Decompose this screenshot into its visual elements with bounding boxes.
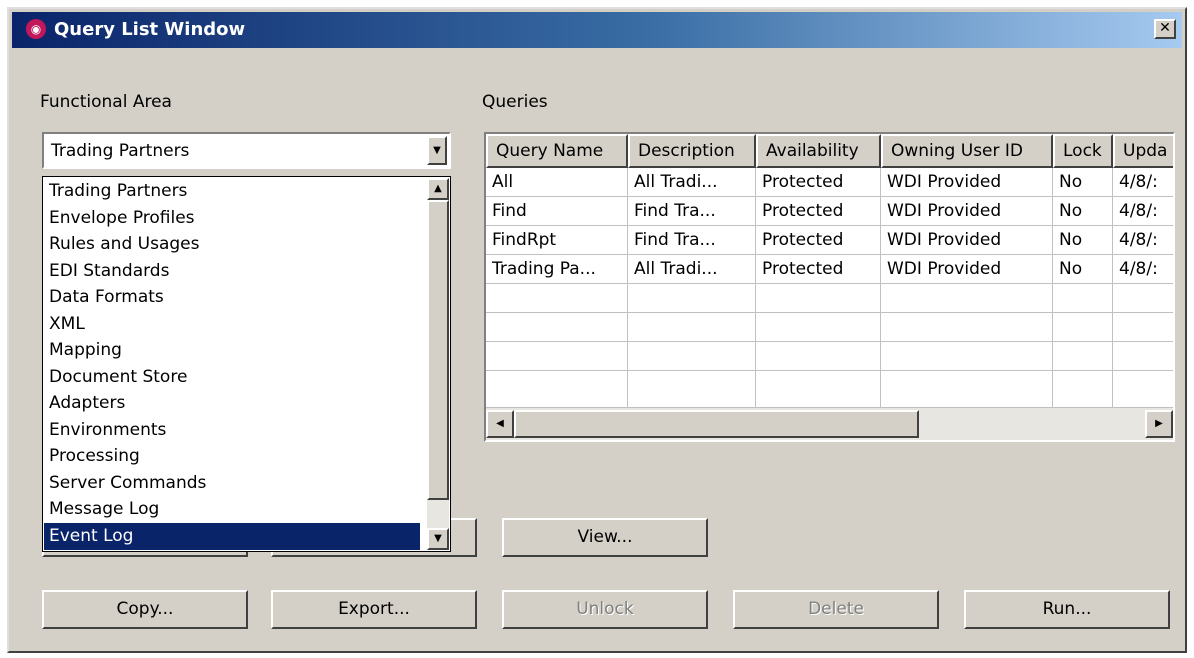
column-header[interactable]: Query Name	[486, 134, 628, 168]
column-header[interactable]: Upda	[1113, 134, 1173, 168]
table-cell-empty	[628, 284, 756, 313]
copy-button[interactable]: Copy...	[42, 590, 248, 629]
table-cell[interactable]: No	[1053, 226, 1113, 255]
table-cell-empty	[1113, 371, 1173, 408]
window-title: Query List Window	[54, 19, 246, 40]
export-button[interactable]: Export...	[271, 590, 477, 629]
table-cell-empty	[1053, 371, 1113, 408]
table-cell[interactable]: Find Tra...	[628, 197, 756, 226]
table-cell[interactable]: 4/8/:	[1113, 168, 1173, 197]
table-cell-empty	[486, 371, 628, 408]
close-icon: ✕	[1159, 20, 1171, 36]
table-cell[interactable]: Protected	[756, 168, 881, 197]
dropdown-option-selected[interactable]: Event Log	[44, 523, 420, 550]
table-cell[interactable]: FindRpt	[486, 226, 628, 255]
scroll-right-icon[interactable]: ▶	[1145, 410, 1173, 438]
table-cell-empty	[628, 371, 756, 408]
table-cell[interactable]: No	[1053, 255, 1113, 284]
table-cell-empty	[881, 342, 1053, 371]
combobox-value: Trading Partners	[51, 141, 190, 161]
table-cell[interactable]: No	[1053, 168, 1113, 197]
table-cell-empty	[1113, 284, 1173, 313]
close-button[interactable]: ✕	[1154, 19, 1176, 39]
view-button[interactable]: View...	[502, 518, 708, 557]
dropdown-option[interactable]: Mapping	[44, 337, 420, 364]
table-cell-empty	[628, 313, 756, 342]
table-cell-empty	[486, 313, 628, 342]
dropdown-option[interactable]: Envelope Profiles	[44, 205, 420, 232]
table-cell-empty	[1053, 342, 1113, 371]
queries-label: Queries	[482, 92, 548, 112]
functional-area-dropdown-list[interactable]: Trading Partners Envelope Profiles Rules…	[42, 176, 451, 552]
functional-area-label: Functional Area	[40, 92, 172, 112]
dropdown-option[interactable]: Message Log	[44, 496, 420, 523]
column-header[interactable]: Availability	[756, 134, 881, 168]
dropdown-option[interactable]: Processing	[44, 443, 420, 470]
horizontal-scrollbar[interactable]: ◀ ▶	[486, 408, 1173, 440]
queries-table[interactable]: Query Name Description Availability Owni…	[484, 132, 1175, 442]
scrollbar-thumb[interactable]	[427, 200, 449, 500]
table-cell[interactable]: WDI Provided	[881, 197, 1053, 226]
delete-button[interactable]: Delete	[733, 590, 939, 629]
scroll-down-icon[interactable]: ▼	[427, 528, 449, 550]
dropdown-option[interactable]: Rules and Usages	[44, 231, 420, 258]
table-cell-empty	[756, 371, 881, 408]
table-cell-empty	[756, 313, 881, 342]
table-cell-empty	[881, 313, 1053, 342]
table-cell[interactable]: WDI Provided	[881, 168, 1053, 197]
table-cell[interactable]: Find	[486, 197, 628, 226]
dropdown-arrow-icon[interactable]: ▼	[427, 136, 447, 165]
table-cell-empty	[881, 371, 1053, 408]
dropdown-option[interactable]: XML	[44, 311, 420, 338]
column-header[interactable]: Lock	[1053, 134, 1113, 168]
column-header[interactable]: Owning User ID	[881, 134, 1053, 168]
table-cell[interactable]: No	[1053, 197, 1113, 226]
table-cell-empty	[1113, 342, 1173, 371]
table-cell-empty	[1053, 313, 1113, 342]
table-cell[interactable]: 4/8/:	[1113, 226, 1173, 255]
table-cell-empty	[1053, 284, 1113, 313]
run-button[interactable]: Run...	[964, 590, 1170, 629]
table-cell-empty	[1113, 313, 1173, 342]
column-header[interactable]: Description	[628, 134, 756, 168]
table-cell[interactable]: All Tradi...	[628, 255, 756, 284]
dropdown-scrollbar[interactable]: ▲ ▼	[427, 178, 449, 550]
scrollbar-thumb[interactable]	[514, 410, 919, 438]
dropdown-option[interactable]: Data Formats	[44, 284, 420, 311]
table-cell-empty	[756, 342, 881, 371]
table-cell[interactable]: All	[486, 168, 628, 197]
table-cell[interactable]: Trading Pa...	[486, 255, 628, 284]
table-cell[interactable]: All Tradi...	[628, 168, 756, 197]
table-cell[interactable]: Protected	[756, 197, 881, 226]
table-cell[interactable]: Protected	[756, 255, 881, 284]
dropdown-option[interactable]: EDI Standards	[44, 258, 420, 285]
table-cell-empty	[881, 284, 1053, 313]
table-cell[interactable]: 4/8/:	[1113, 255, 1173, 284]
unlock-button[interactable]: Unlock	[502, 590, 708, 629]
dropdown-option[interactable]: Environments	[44, 417, 420, 444]
table-cell-empty	[628, 342, 756, 371]
query-list-window: ◉ Query List Window ✕ Functional Area Qu…	[7, 7, 1187, 653]
table-cell-empty	[756, 284, 881, 313]
table-cell-empty	[486, 342, 628, 371]
dropdown-option[interactable]: Adapters	[44, 390, 420, 417]
title-bar[interactable]: ◉ Query List Window ✕	[12, 12, 1182, 48]
table-cell[interactable]: Protected	[756, 226, 881, 255]
table-cell-empty	[486, 284, 628, 313]
dropdown-option[interactable]: Document Store	[44, 364, 420, 391]
scroll-left-icon[interactable]: ◀	[486, 410, 514, 438]
app-icon: ◉	[26, 19, 46, 39]
table-cell[interactable]: Find Tra...	[628, 226, 756, 255]
dropdown-option[interactable]: Trading Partners	[44, 178, 420, 205]
table-cell[interactable]: WDI Provided	[881, 226, 1053, 255]
functional-area-combobox[interactable]: Trading Partners ▼	[42, 132, 451, 169]
table-cell[interactable]: 4/8/:	[1113, 197, 1173, 226]
dropdown-option[interactable]: Server Commands	[44, 470, 420, 497]
scroll-up-icon[interactable]: ▲	[427, 178, 449, 200]
table-cell[interactable]: WDI Provided	[881, 255, 1053, 284]
